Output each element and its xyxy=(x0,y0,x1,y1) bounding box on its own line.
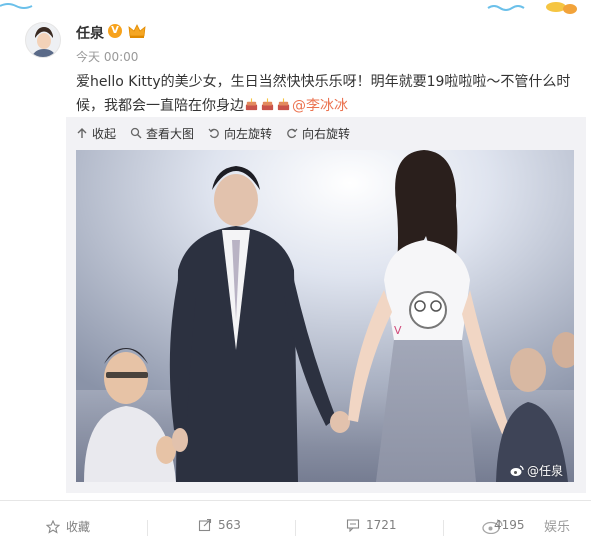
post-text-line1: 爱hello Kitty的美少女，生日当然快快乐乐呀！明年就要19啦啦啦～不管什… xyxy=(76,74,571,90)
header-decoration xyxy=(0,2,577,14)
magnifier-icon xyxy=(130,127,142,139)
rotate-left-icon xyxy=(208,128,219,139)
media-toolbar: 收起 查看大图 向左旋转 向右旋转 xyxy=(76,124,364,142)
favorite-label: 收藏 xyxy=(66,520,91,534)
crown-icon xyxy=(128,24,146,38)
comment-count: 1721 xyxy=(366,518,397,532)
weibo-logo-icon xyxy=(482,518,503,534)
corner-watermark-text: 娱乐 xyxy=(544,520,571,535)
svg-text:V: V xyxy=(394,324,402,337)
corner-watermark: 娱乐 xyxy=(482,516,570,535)
collapse-icon xyxy=(77,128,87,138)
action-separator xyxy=(443,520,444,536)
collapse-label: 收起 xyxy=(92,126,117,141)
collapse-button[interactable]: 收起 xyxy=(76,124,116,142)
comment-button[interactable]: 1721 xyxy=(346,518,397,532)
photo-watermark: @任泉 xyxy=(510,462,563,479)
cake-icon xyxy=(261,98,274,111)
comment-icon xyxy=(346,519,360,532)
view-large-label: 查看大图 xyxy=(146,126,195,141)
repost-button[interactable]: 563 xyxy=(198,518,241,532)
post-text-line2: 候，我都会一直陪在你身边 xyxy=(76,98,244,114)
action-separator xyxy=(295,520,296,536)
actions-divider xyxy=(0,500,591,501)
view-large-button[interactable]: 查看大图 xyxy=(130,124,194,142)
photo-watermark-text: @任泉 xyxy=(527,464,564,478)
post-text-line2-wrap: 候，我都会一直陪在你身边 @李冰冰 xyxy=(76,94,576,118)
repost-count: 563 xyxy=(218,518,241,532)
weibo-logo-icon xyxy=(510,464,524,476)
cake-icon xyxy=(245,98,258,111)
star-icon xyxy=(46,519,60,534)
rotate-right-icon xyxy=(287,128,298,139)
action-separator xyxy=(147,520,148,536)
post-photo[interactable]: V xyxy=(76,150,574,482)
mention-link[interactable]: @李冰冰 xyxy=(292,98,348,114)
username[interactable]: 任泉 xyxy=(76,23,104,43)
repost-icon xyxy=(198,518,212,532)
verified-badge-icon: V xyxy=(108,24,122,38)
rotate-right-button[interactable]: 向右旋转 xyxy=(286,124,350,142)
rotate-right-label: 向右旋转 xyxy=(302,126,351,141)
post-text: 爱hello Kitty的美少女，生日当然快快乐乐呀！明年就要19啦啦啦～不管什… xyxy=(76,70,576,118)
favorite-button[interactable]: 收藏 xyxy=(46,518,90,535)
rotate-left-label: 向左旋转 xyxy=(224,126,273,141)
avatar[interactable] xyxy=(25,22,61,58)
rotate-left-button[interactable]: 向左旋转 xyxy=(208,124,272,142)
post-time[interactable]: 今天 00:00 xyxy=(76,48,138,65)
cake-icon xyxy=(277,98,290,111)
